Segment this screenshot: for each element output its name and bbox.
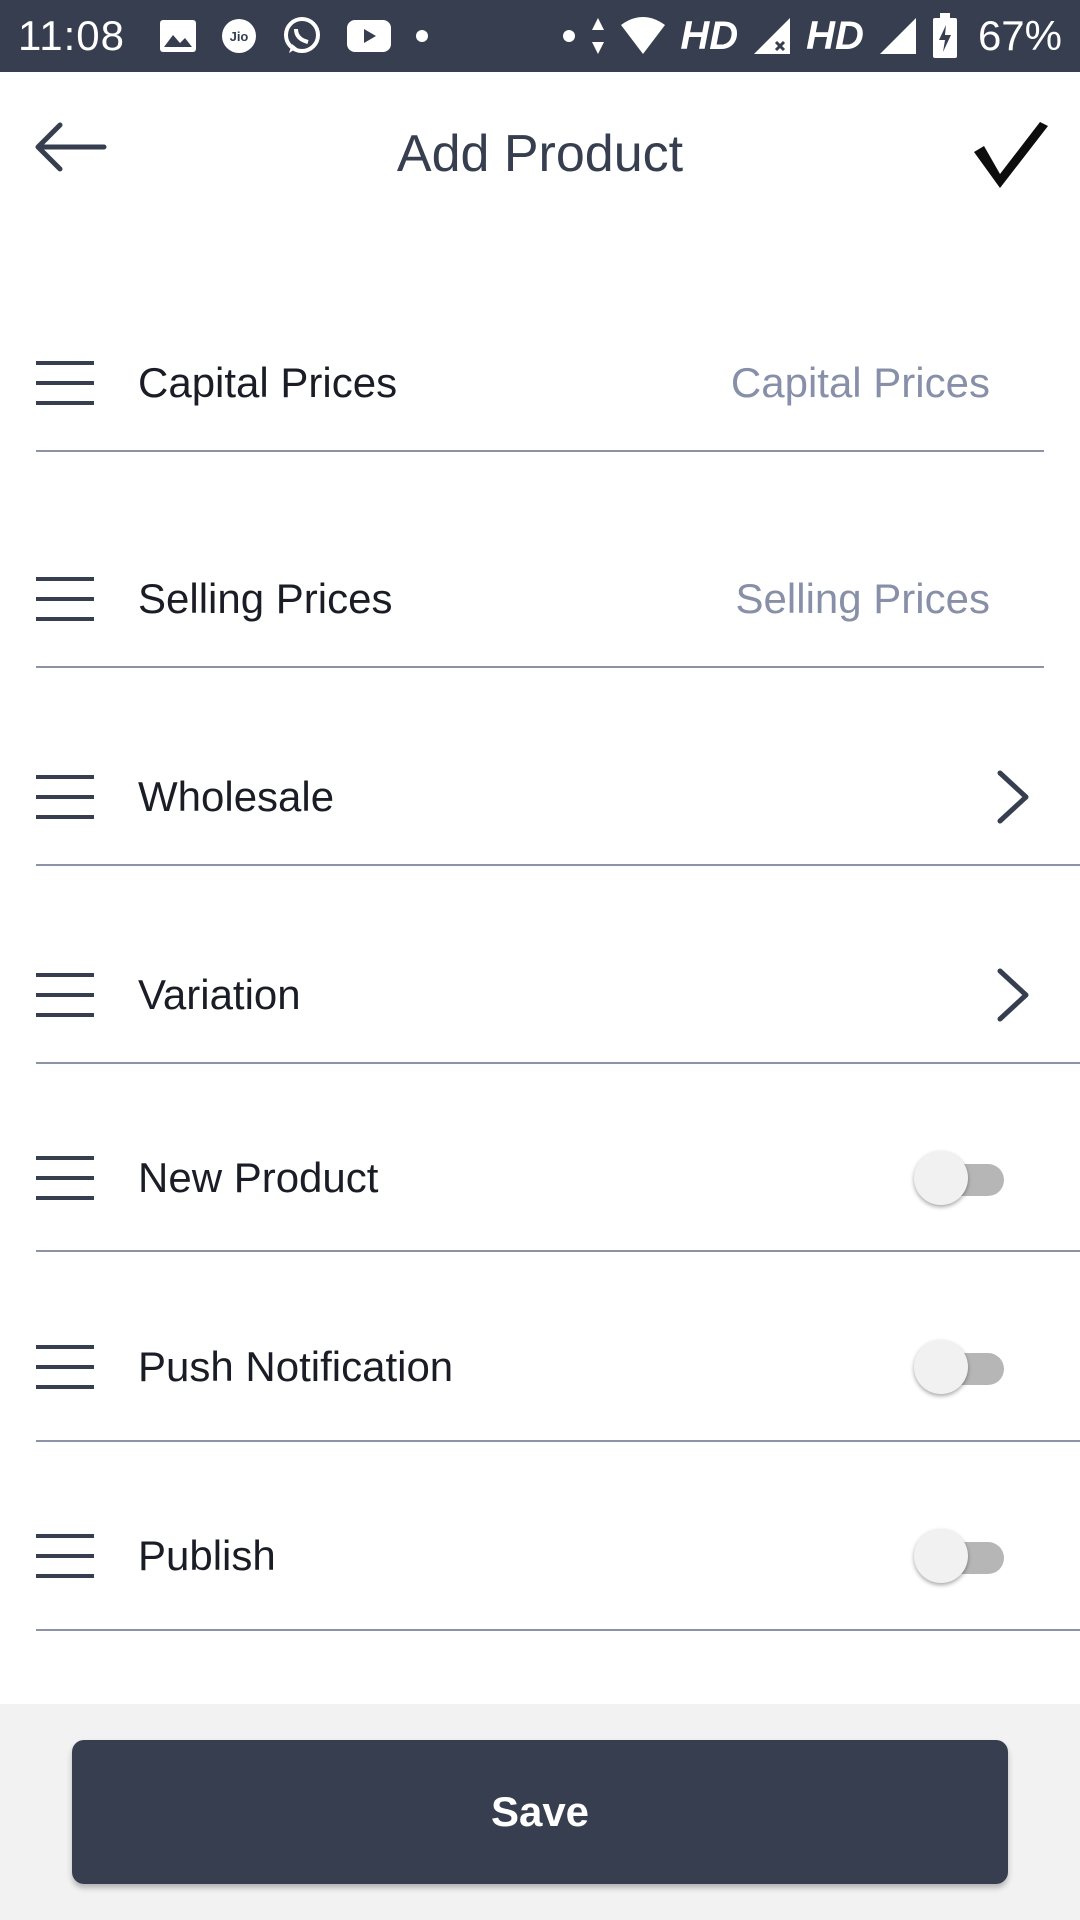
capital-prices-row: Capital Prices [36, 348, 1080, 418]
data-arrows-icon [590, 16, 606, 56]
chevron-right-icon[interactable] [994, 965, 1034, 1025]
divider [36, 864, 1080, 866]
selling-prices-row: Selling Prices [36, 564, 1080, 634]
capital-prices-label: Capital Prices [138, 359, 398, 406]
new-product-label: New Product [138, 1154, 379, 1201]
status-bar: 11:08 Jio HD HD 67% [0, 0, 1080, 72]
menu-lines-icon [36, 1345, 94, 1389]
wifi-icon [620, 17, 666, 55]
confirm-button[interactable] [970, 116, 1050, 196]
new-product-toggle[interactable] [914, 1148, 1010, 1208]
app-header: Add Product [0, 72, 1080, 242]
divider [36, 450, 1044, 452]
whatsapp-icon [281, 15, 323, 57]
toggle-knob [914, 1340, 968, 1394]
publish-toggle[interactable] [914, 1526, 1010, 1586]
wholesale-row[interactable]: Wholesale [36, 762, 1080, 832]
capital-prices-input[interactable] [660, 359, 990, 407]
menu-lines-icon [36, 1534, 94, 1578]
gallery-icon [159, 19, 197, 53]
divider [36, 1629, 1080, 1631]
push-notification-toggle[interactable] [914, 1337, 1010, 1397]
divider [36, 1062, 1080, 1064]
chevron-right-icon[interactable] [994, 767, 1034, 827]
dot-icon [562, 29, 576, 43]
toggle-knob [914, 1151, 968, 1205]
network-type-label: HD [806, 13, 864, 58]
publish-label: Publish [138, 1532, 276, 1579]
system-icons: HD HD 67% [562, 12, 1062, 60]
save-button[interactable]: Save [72, 1740, 1008, 1884]
menu-lines-icon [36, 775, 94, 819]
battery-charging-icon [932, 13, 958, 59]
footer: Save [0, 1704, 1080, 1920]
svg-text:Jio: Jio [230, 29, 249, 44]
wholesale-label: Wholesale [138, 773, 335, 820]
notification-icons: Jio [159, 15, 429, 57]
divider [36, 1440, 1080, 1442]
publish-row: Publish [36, 1521, 1080, 1591]
menu-lines-icon [36, 1156, 94, 1200]
youtube-icon [347, 20, 391, 52]
selling-prices-input[interactable] [660, 575, 990, 623]
variation-row[interactable]: Variation [36, 960, 1080, 1030]
page-title: Add Product [396, 125, 684, 183]
menu-lines-icon [36, 361, 94, 405]
divider [36, 666, 1044, 668]
divider [36, 1250, 1080, 1252]
battery-percentage: 67% [977, 12, 1062, 59]
menu-lines-icon [36, 973, 94, 1017]
toggle-knob [914, 1529, 968, 1583]
selling-prices-label: Selling Prices [138, 575, 393, 622]
new-product-row: New Product [36, 1143, 1080, 1213]
check-icon [974, 122, 1048, 188]
jio-icon: Jio [221, 18, 257, 54]
push-notification-label: Push Notification [138, 1343, 454, 1390]
push-notification-row: Push Notification [36, 1332, 1080, 1402]
signal-no-data-icon [878, 16, 918, 56]
status-time: 11:08 [18, 12, 125, 59]
menu-lines-icon [36, 577, 94, 621]
network-type-label: HD [680, 13, 739, 58]
variation-label: Variation [138, 971, 301, 1018]
signal-icon [752, 16, 792, 56]
dot-icon [415, 29, 429, 43]
